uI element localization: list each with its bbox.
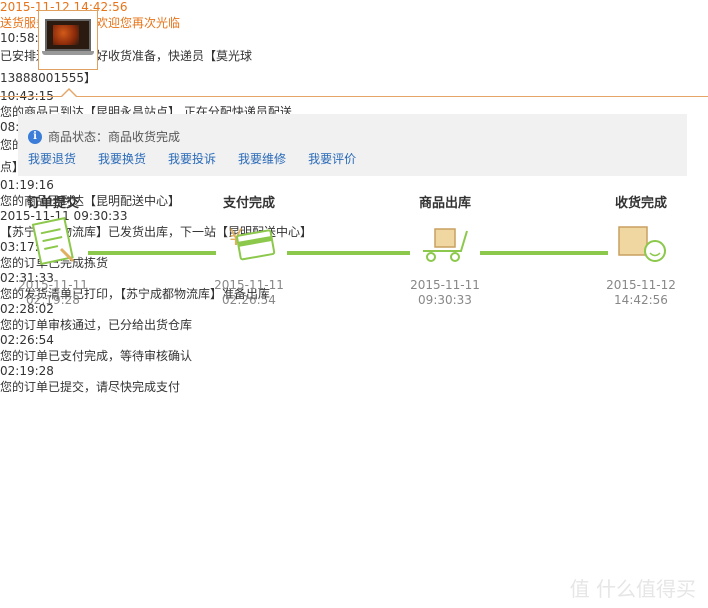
step-date: 2015-11-12 bbox=[606, 278, 676, 292]
progress-bar-2 bbox=[287, 251, 410, 255]
log-row: 2015-11-12 14:42:56 bbox=[0, 0, 208, 14]
info-icon: i bbox=[28, 129, 42, 144]
payment-card-icon: ¥ bbox=[229, 226, 276, 261]
step-received: 收货完成 2015-11-12 14:42:56 bbox=[601, 192, 681, 308]
divider bbox=[0, 96, 708, 97]
step-order-submitted: 订单提交 2015-11-11 02:19:28 bbox=[13, 192, 93, 308]
review-link[interactable]: 我要评价 bbox=[308, 152, 356, 166]
step-title: 收货完成 bbox=[614, 196, 667, 211]
action-links: 我要退货 我要换货 我要投诉 我要维修 我要评价 bbox=[28, 150, 378, 167]
delivered-box-icon bbox=[618, 226, 666, 262]
status-label: 商品状态：商品收货完成 bbox=[48, 130, 181, 144]
exchange-link[interactable]: 我要换货 bbox=[98, 152, 146, 166]
step-payment-complete: 支付完成 ¥ 2015-11-11 02:26:54 bbox=[209, 192, 289, 308]
log-time: 01:19:16 bbox=[0, 178, 54, 192]
log-message: 您的订单已提交，请尽快完成支付 bbox=[0, 380, 181, 394]
step-title: 订单提交 bbox=[26, 196, 79, 211]
watermark: 值 什么值得买 bbox=[570, 573, 696, 602]
log-time: 02:26:54 bbox=[0, 333, 54, 347]
log-row: 01:19:16 bbox=[0, 178, 208, 192]
status-panel: i 商品状态：商品收货完成 我要退货 我要换货 我要投诉 我要维修 我要评价 bbox=[18, 114, 687, 176]
step-time: 02:26:54 bbox=[222, 293, 276, 307]
product-thumbnail[interactable] bbox=[38, 10, 98, 70]
step-time: 09:30:33 bbox=[418, 293, 472, 307]
log-row: 10:58:51 bbox=[0, 31, 208, 45]
step-out-of-warehouse: 商品出库 2015-11-11 09:30:33 bbox=[405, 192, 485, 308]
repair-link[interactable]: 我要维修 bbox=[238, 152, 286, 166]
order-form-icon bbox=[31, 216, 75, 266]
step-date: 2015-11-11 bbox=[18, 278, 88, 292]
progress-bar-1 bbox=[88, 251, 216, 255]
step-title: 支付完成 bbox=[222, 196, 275, 211]
laptop-image bbox=[45, 19, 91, 51]
log-time: 02:19:28 bbox=[0, 364, 54, 378]
step-title: 商品出库 bbox=[418, 196, 471, 211]
step-date: 2015-11-11 bbox=[410, 278, 480, 292]
step-date: 2015-11-11 bbox=[214, 278, 284, 292]
return-link[interactable]: 我要退货 bbox=[28, 152, 76, 166]
complain-link[interactable]: 我要投诉 bbox=[168, 152, 216, 166]
log-row: 02:26:54 bbox=[0, 333, 208, 347]
watermark-text: 值 什么值得买 bbox=[569, 577, 696, 601]
step-time: 02:19:28 bbox=[26, 293, 80, 307]
log-message: 您的订单已支付完成，等待审核确认 bbox=[0, 349, 193, 363]
progress-bar-3 bbox=[480, 251, 608, 255]
log-row: 02:19:28 bbox=[0, 364, 208, 378]
step-time: 14:42:56 bbox=[614, 293, 668, 307]
cart-box-icon bbox=[423, 228, 468, 262]
log-message: 您的订单审核通过，已分给出货仓库 bbox=[0, 318, 193, 332]
